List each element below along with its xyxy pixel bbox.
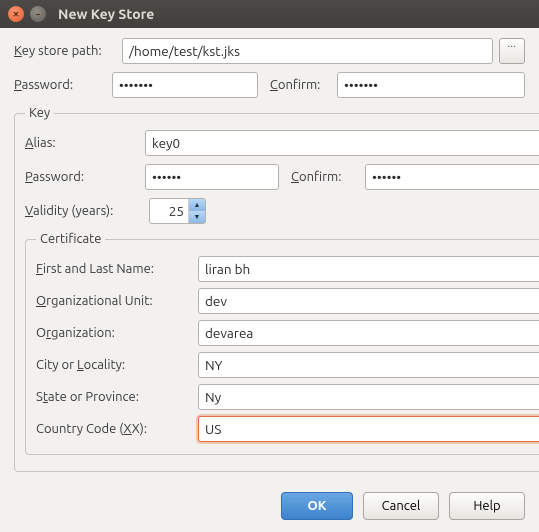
country-label: Country Code (XX): <box>36 422 198 436</box>
country-input[interactable] <box>198 416 539 442</box>
state-label: State or Province: <box>36 390 198 404</box>
key-confirm-label: Confirm: <box>291 170 365 184</box>
certificate-fieldset: Certificate First and Last Name: Organiz… <box>25 232 539 455</box>
validity-label: Validity (years): <box>25 204 145 218</box>
cancel-button[interactable]: Cancel <box>363 492 439 520</box>
keystore-password-label: Password: <box>14 78 112 92</box>
validity-spinner[interactable]: ▲ ▼ <box>149 198 206 224</box>
city-label: City or Locality: <box>36 358 198 372</box>
keystore-confirm-label: Confirm: <box>270 78 337 92</box>
first-last-label: First and Last Name: <box>36 262 198 276</box>
keystore-path-input[interactable] <box>122 38 493 64</box>
alias-label: Alias: <box>25 136 145 150</box>
spinner-up-icon[interactable]: ▲ <box>189 199 205 211</box>
state-input[interactable] <box>198 384 539 410</box>
minimize-icon[interactable]: – <box>30 6 46 22</box>
key-legend: Key <box>25 106 54 120</box>
validity-input[interactable] <box>150 199 188 223</box>
key-password-label: Password: <box>25 170 145 184</box>
help-button[interactable]: Help <box>449 492 525 520</box>
spinner-down-icon[interactable]: ▼ <box>189 211 205 223</box>
key-password-input[interactable] <box>145 164 279 190</box>
window-title: New Key Store <box>58 6 154 22</box>
keystore-path-label: Key store path: <box>14 44 122 58</box>
key-fieldset: Key Alias: Password: Confirm: Validity (… <box>14 106 539 472</box>
certificate-legend: Certificate <box>36 232 105 246</box>
city-input[interactable] <box>198 352 539 378</box>
close-icon[interactable]: ✕ <box>8 6 24 22</box>
keystore-password-input[interactable] <box>112 72 258 98</box>
organization-input[interactable] <box>198 320 539 346</box>
org-unit-label: Organizational Unit: <box>36 294 198 308</box>
keystore-confirm-input[interactable] <box>337 72 525 98</box>
first-last-input[interactable] <box>198 256 539 282</box>
alias-input[interactable] <box>145 130 539 156</box>
key-confirm-input[interactable] <box>365 164 539 190</box>
ok-button[interactable]: OK <box>281 492 353 520</box>
titlebar: ✕ – New Key Store <box>0 0 539 28</box>
org-unit-input[interactable] <box>198 288 539 314</box>
browse-button[interactable]: ... <box>499 38 525 64</box>
organization-label: Organization: <box>36 326 198 340</box>
